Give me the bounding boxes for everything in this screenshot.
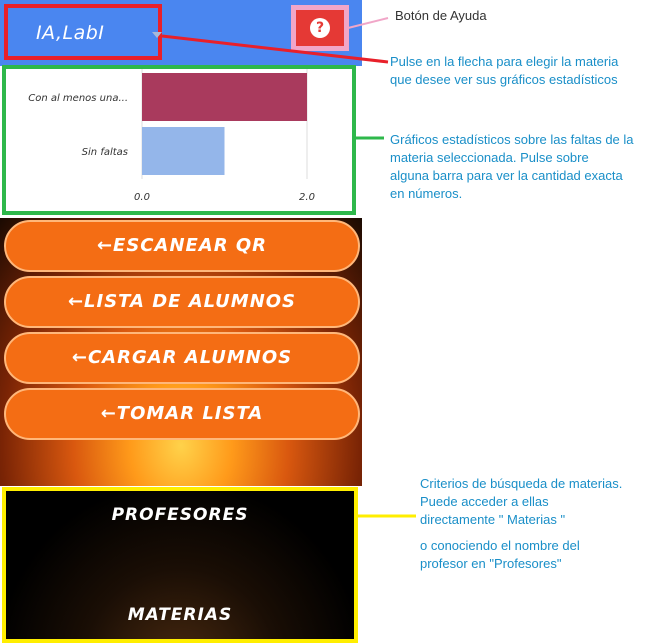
criteria-annotation-line: directamente " Materias " <box>420 512 566 527</box>
chart-annotation: Gráficos estadísticos sobre las faltas d… <box>390 131 642 203</box>
criteria-annotation-line: o conociendo el nombre del <box>420 538 580 553</box>
criteria-annotation-line: profesor en "Profesores" <box>420 556 562 571</box>
criteria-annotation-line: Puede acceder a ellas <box>420 494 549 509</box>
chart-annotation-line: materia seleccionada. Pulse sobre <box>390 150 589 165</box>
chart-annotation-line: alguna barra para ver la cantidad exacta <box>390 168 623 183</box>
subject-annotation-line: que desee ver sus gráficos estadísticos <box>390 72 618 87</box>
chart-annotation-line: en números. <box>390 186 463 201</box>
subject-annotation-line: Pulse en la flecha para elegir la materi… <box>390 54 619 69</box>
help-annotation: Botón de Ayuda <box>395 8 487 23</box>
subject-annotation: Pulse en la flecha para elegir la materi… <box>390 53 640 89</box>
criteria-annotation: Criterios de búsqueda de materias. Puede… <box>420 475 642 573</box>
chart-annotation-line: Gráficos estadísticos sobre las faltas d… <box>390 132 634 147</box>
criteria-annotation-line: Criterios de búsqueda de materias. <box>420 476 623 491</box>
